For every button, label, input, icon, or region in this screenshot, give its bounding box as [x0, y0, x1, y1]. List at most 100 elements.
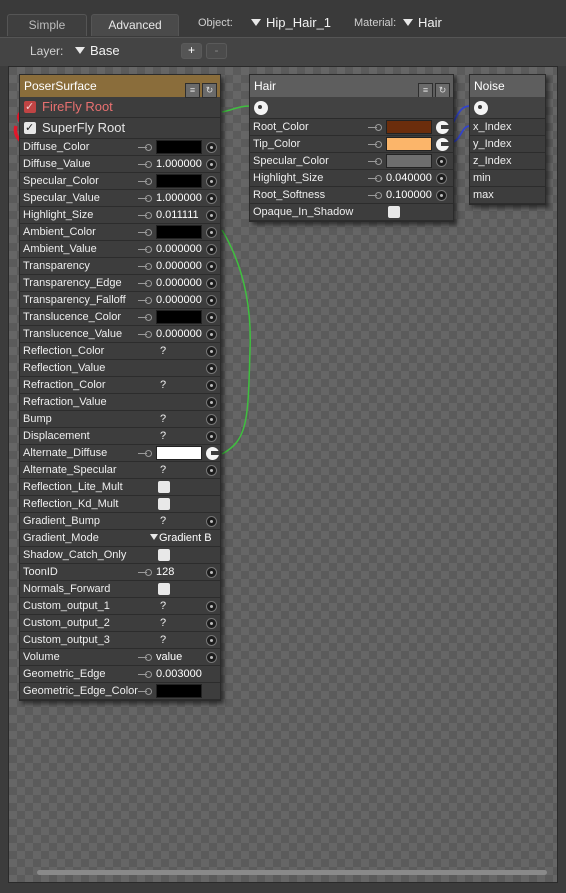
tab-advanced[interactable]: Advanced	[91, 14, 179, 36]
superfly-root-toggle[interactable]: SuperFly Root	[20, 118, 220, 139]
checkbox[interactable]	[158, 498, 170, 510]
output-plug-icon[interactable]	[474, 101, 488, 115]
input-socket-icon[interactable]	[206, 159, 217, 170]
param-row[interactable]: Specular_Value 1.000000	[20, 190, 220, 207]
horizontal-scrollbar[interactable]	[37, 870, 547, 875]
param-row[interactable]: Reflection_Lite_Mult	[20, 479, 220, 496]
param-row[interactable]: Geometric_Edge_Color	[20, 683, 220, 700]
noise-node[interactable]: Noise x_Index y_Index z_Index min max	[469, 74, 546, 205]
color-swatch[interactable]	[386, 137, 432, 151]
param-value[interactable]: 0.000000	[156, 292, 202, 308]
checkbox-icon[interactable]	[24, 97, 36, 117]
param-value[interactable]: 0.000000	[156, 258, 202, 274]
checkbox[interactable]	[158, 481, 170, 493]
keyframe-key-icon[interactable]	[368, 175, 382, 182]
param-row[interactable]: Opaque_In_Shadow	[250, 204, 453, 221]
param-row[interactable]: Refraction_Color?	[20, 377, 220, 394]
color-swatch[interactable]	[156, 225, 202, 239]
checkbox[interactable]	[388, 206, 400, 218]
param-row[interactable]: Alternate_Specular?	[20, 462, 220, 479]
param-value[interactable]: 0.000000	[156, 275, 202, 291]
param-row[interactable]: Geometric_Edge 0.003000	[20, 666, 220, 683]
param-row[interactable]: Specular_Color	[250, 153, 453, 170]
input-socket-icon[interactable]	[436, 173, 447, 184]
input-socket-icon[interactable]	[206, 278, 217, 289]
tab-simple[interactable]: Simple	[7, 14, 87, 36]
connected-input-plug-icon[interactable]	[436, 121, 449, 134]
param-value[interactable]: value	[156, 649, 182, 665]
noise-header[interactable]: Noise	[470, 75, 545, 97]
object-dropdown[interactable]: Hip_Hair_1	[251, 15, 331, 30]
param-row[interactable]: Tip_Color	[250, 136, 453, 153]
input-socket-icon[interactable]	[206, 601, 217, 612]
input-socket-icon[interactable]	[206, 567, 217, 578]
keyframe-key-icon[interactable]	[138, 263, 152, 270]
param-row[interactable]: Gradient_Bump?	[20, 513, 220, 530]
param-row[interactable]: Custom_output_2?	[20, 615, 220, 632]
param-value[interactable]: 0.003000	[156, 666, 202, 682]
param-row[interactable]: Ambient_Value 0.000000	[20, 241, 220, 258]
param-value[interactable]: 128	[156, 564, 174, 580]
param-row[interactable]: Custom_output_3?	[20, 632, 220, 649]
color-swatch[interactable]	[386, 120, 432, 134]
input-socket-icon[interactable]	[206, 142, 217, 153]
input-socket-icon[interactable]	[206, 414, 217, 425]
keyframe-key-icon[interactable]	[138, 569, 152, 576]
input-socket-icon[interactable]	[206, 329, 217, 340]
param-row[interactable]: ToonID 128	[20, 564, 220, 581]
remove-layer-button[interactable]: -	[206, 43, 227, 59]
connected-input-plug-icon[interactable]	[436, 138, 449, 151]
poser-surface-header[interactable]: PoserSurface ≡ ↻	[20, 75, 220, 98]
param-row[interactable]: Displacement?	[20, 428, 220, 445]
input-socket-icon[interactable]	[206, 652, 217, 663]
param-row[interactable]: Volume value	[20, 649, 220, 666]
param-row[interactable]: x_Index	[470, 119, 545, 136]
color-swatch[interactable]	[156, 446, 202, 460]
input-socket-icon[interactable]	[206, 261, 217, 272]
param-row[interactable]: Bump?	[20, 411, 220, 428]
input-socket-icon[interactable]	[206, 431, 217, 442]
keyframe-key-icon[interactable]	[138, 280, 152, 287]
keyframe-key-icon[interactable]	[138, 229, 152, 236]
keyframe-key-icon[interactable]	[138, 688, 152, 695]
param-row[interactable]: Transparency_Falloff 0.000000	[20, 292, 220, 309]
layer-dropdown[interactable]: Base	[75, 43, 120, 58]
material-dropdown[interactable]: Hair	[403, 15, 442, 30]
firefly-root-toggle[interactable]: FireFly Root	[20, 97, 220, 118]
param-value[interactable]: 1.000000	[156, 156, 202, 172]
param-row[interactable]: Custom_output_1?	[20, 598, 220, 615]
input-socket-icon[interactable]	[206, 295, 217, 306]
keyframe-key-icon[interactable]	[138, 450, 152, 457]
keyframe-key-icon[interactable]	[138, 144, 152, 151]
input-socket-icon[interactable]	[206, 397, 217, 408]
input-socket-icon[interactable]	[206, 176, 217, 187]
input-socket-icon[interactable]	[206, 193, 217, 204]
param-value[interactable]: 1.000000	[156, 190, 202, 206]
input-socket-icon[interactable]	[206, 210, 217, 221]
param-row[interactable]: Normals_Forward	[20, 581, 220, 598]
keyframe-key-icon[interactable]	[138, 654, 152, 661]
param-row[interactable]: min	[470, 170, 545, 187]
input-socket-icon[interactable]	[206, 516, 217, 527]
keyframe-key-icon[interactable]	[368, 141, 382, 148]
node-collapse-icon[interactable]: ↻	[435, 83, 450, 98]
input-socket-icon[interactable]	[206, 363, 217, 374]
param-row[interactable]: Reflection_Kd_Mult	[20, 496, 220, 513]
node-options-icon[interactable]: ≡	[418, 83, 433, 98]
node-collapse-icon[interactable]: ↻	[202, 83, 217, 98]
keyframe-key-icon[interactable]	[138, 246, 152, 253]
checkbox-icon[interactable]	[24, 118, 36, 138]
checkbox[interactable]	[158, 549, 170, 561]
keyframe-key-icon[interactable]	[138, 178, 152, 185]
param-value[interactable]: 0.040000	[386, 170, 432, 186]
param-row[interactable]: Root_Color	[250, 119, 453, 136]
keyframe-key-icon[interactable]	[138, 297, 152, 304]
param-row[interactable]: Highlight_Size 0.011111	[20, 207, 220, 224]
keyframe-key-icon[interactable]	[368, 192, 382, 199]
param-value[interactable]: 0.100000	[386, 187, 432, 203]
param-row[interactable]: Transparency_Edge 0.000000	[20, 275, 220, 292]
keyframe-key-icon[interactable]	[138, 195, 152, 202]
param-row[interactable]: Ambient_Color	[20, 224, 220, 241]
keyframe-key-icon[interactable]	[138, 671, 152, 678]
keyframe-key-icon[interactable]	[138, 212, 152, 219]
